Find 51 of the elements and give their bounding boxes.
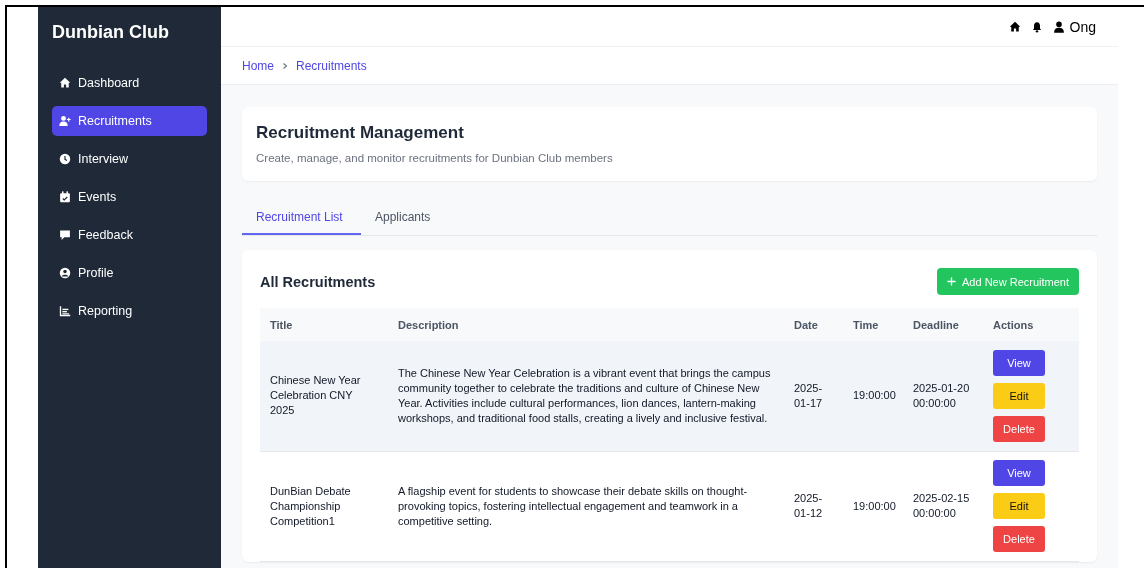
column-header: Date: [794, 318, 818, 331]
sidebar-item[interactable]: Profile: [52, 258, 207, 288]
home-icon: [59, 77, 71, 89]
column-header: Deadline: [913, 318, 959, 331]
user-name: Ong: [1069, 18, 1096, 35]
page-subtitle: Create, manage, and monitor recruitments for Dunbian Club members: [256, 152, 614, 164]
view-button[interactable]: View: [993, 460, 1045, 486]
sidebar-item[interactable]: Dashboard: [52, 68, 207, 98]
table-cell: DunBian Debate Championship Competition1: [270, 484, 351, 527]
sidebar-item[interactable]: Recruitments: [52, 106, 207, 136]
bell-icon[interactable]: [1030, 20, 1043, 33]
plus-icon: [947, 277, 956, 286]
table-cell: The Chinese New Year Celebration is a vibrant event that brings the campus community together to celebrate the traditions and culture of Chinese New Year. Activities include cultural performances, lion dances, lantern-making workshops, and traditional food stalls, creating a lively and inclusive festival.: [398, 366, 771, 424]
section-title: All Recruitments: [260, 273, 376, 290]
breadcrumb-link[interactable]: Home: [242, 58, 274, 73]
column-header: Title: [270, 318, 293, 331]
delete-button[interactable]: Delete: [993, 415, 1045, 442]
page-title: Recruitment Management: [256, 123, 465, 143]
app-title: Dunbian Club: [52, 22, 170, 44]
table-cell: 2025-01-17: [794, 381, 823, 409]
user-circle-icon: [59, 267, 71, 279]
tab[interactable]: Recruitment List: [242, 201, 361, 235]
delete-button[interactable]: Delete: [993, 526, 1045, 552]
column-header: Time: [853, 318, 879, 331]
sidebar-item[interactable]: Reporting: [52, 296, 207, 326]
table-cell: A flagship event for students to showcase their debate skills on thought-provoking topics, fostering intellectual engagement and teamwork in a competitive setting.: [398, 484, 748, 527]
edit-button[interactable]: Edit: [993, 382, 1045, 409]
edit-button[interactable]: Edit: [993, 493, 1045, 519]
home-icon[interactable]: [1008, 20, 1021, 33]
column-header: Description: [398, 318, 459, 331]
user-menu[interactable]: Ong: [1052, 18, 1096, 35]
clock-icon: [59, 153, 71, 165]
sidebar-item[interactable]: Interview: [52, 144, 207, 174]
table-cell: 19:00:00: [853, 389, 896, 402]
table-cell: 2025-02-15 00:00:00: [913, 492, 970, 519]
table-cell: 2025-01-20 00:00:00: [913, 381, 970, 409]
table-cell: 2025-01-12: [794, 492, 823, 519]
sidebar-item[interactable]: Feedback: [52, 220, 207, 250]
user-icon: [1052, 20, 1065, 33]
breadcrumb-link[interactable]: Recruitments: [296, 58, 367, 73]
speech-bubble-icon: [59, 229, 71, 241]
calendar-icon: [59, 191, 71, 203]
column-header: Actions: [993, 318, 1034, 331]
sidebar-item[interactable]: Events: [52, 182, 207, 212]
chevron-icon: [281, 61, 289, 70]
chart-icon: [59, 305, 71, 317]
user-plus-icon: [59, 115, 71, 127]
tab[interactable]: Applicants: [361, 201, 445, 235]
table-cell: Chinese New Year Celebration CNY 2025: [270, 374, 361, 417]
table-cell: 19:00:00: [853, 499, 896, 512]
view-button[interactable]: View: [993, 349, 1045, 376]
